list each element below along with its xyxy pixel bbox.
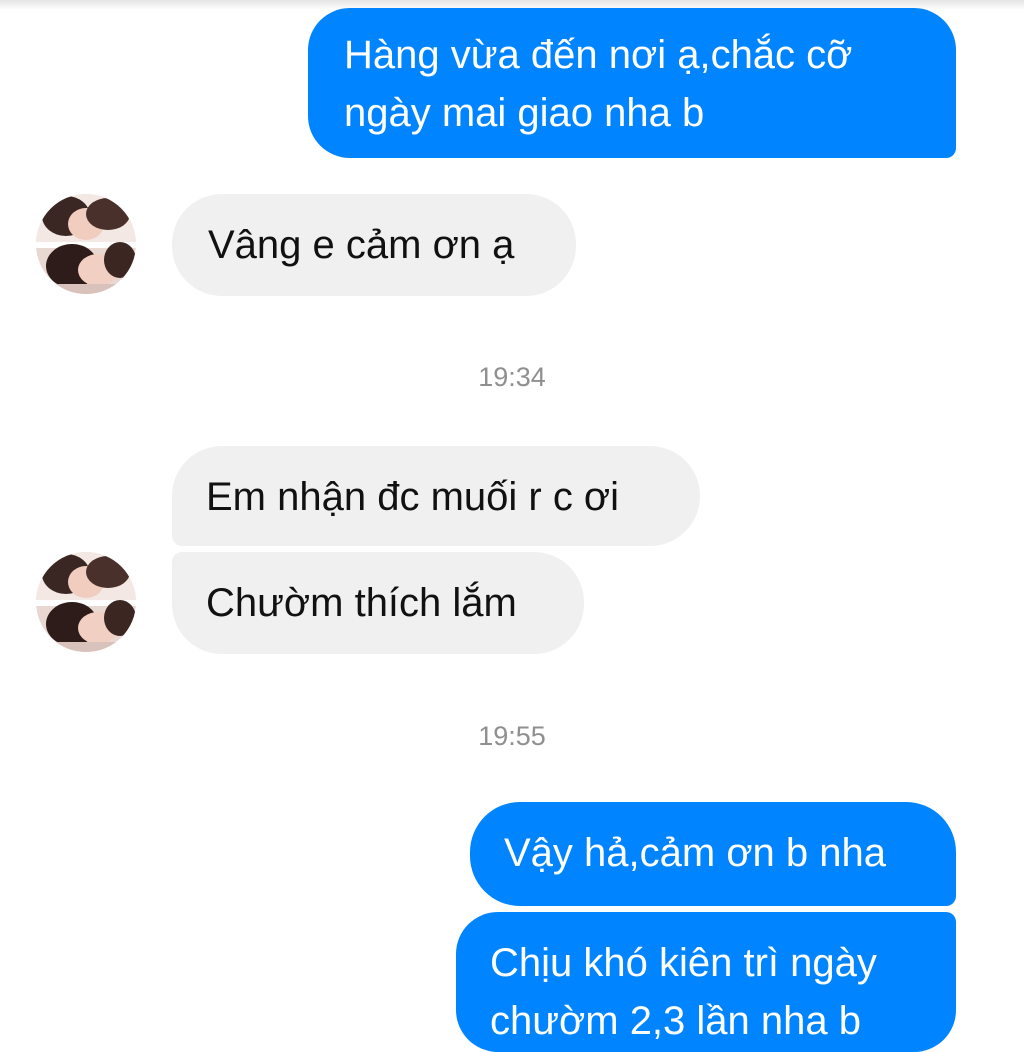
message-text-line: ngày mai giao nha b xyxy=(344,91,705,135)
message-timestamp: 19:55 xyxy=(478,721,546,751)
contact-avatar-photo-icon xyxy=(36,552,136,652)
incoming-message-bubble[interactable]: Em nhận đc muối r c ơi xyxy=(172,446,700,546)
incoming-message-bubble[interactable]: Chườm thích lắm xyxy=(172,552,584,654)
contact-avatar-photo-icon xyxy=(36,194,136,294)
message-text-line: Em nhận đc muối r c ơi xyxy=(206,475,620,519)
message-text-line: Hàng vừa đến nơi ạ,chắc cỡ xyxy=(344,33,853,77)
message-text-line: Vậy hả,cảm ơn b nha xyxy=(504,831,887,875)
message-text-line: Chườm thích lắm xyxy=(206,581,517,625)
message-timestamp: 19:34 xyxy=(478,362,546,392)
incoming-message-bubble[interactable]: Vâng e cảm ơn ạ xyxy=(172,194,576,296)
outgoing-message-bubble[interactable]: Hàng vừa đến nơi ạ,chắc cỡ ngày mai giao… xyxy=(308,8,956,158)
outgoing-message-bubble[interactable]: Vậy hả,cảm ơn b nha xyxy=(470,802,956,906)
message-text-line: Chịu khó kiên trì ngày xyxy=(490,941,877,985)
contact-avatar[interactable] xyxy=(36,194,136,294)
message-text-line: chườm 2,3 lần nha b xyxy=(490,999,861,1043)
contact-avatar[interactable] xyxy=(36,552,136,652)
message-text-line: Vâng e cảm ơn ạ xyxy=(208,223,515,267)
outgoing-message-bubble[interactable]: Chịu khó kiên trì ngày chườm 2,3 lần nha… xyxy=(456,912,956,1052)
